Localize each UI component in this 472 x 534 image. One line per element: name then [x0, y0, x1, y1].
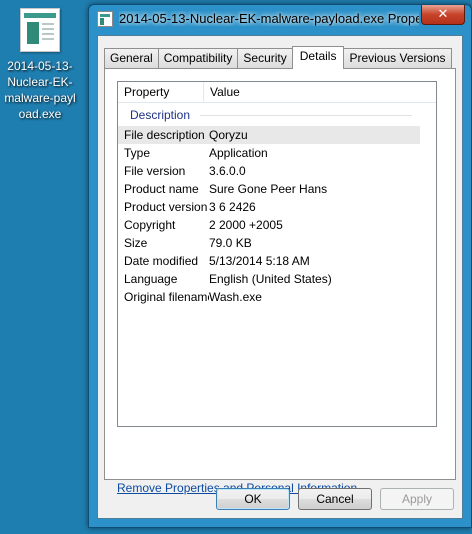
tab-general[interactable]: General — [104, 48, 159, 68]
properties-window: 2014-05-13-Nuclear-EK-malware-payload.ex… — [88, 4, 472, 528]
tab-previous-versions[interactable]: Previous Versions — [343, 48, 452, 68]
ok-button[interactable]: OK — [216, 488, 290, 510]
list-item[interactable]: Size 79.0 KB — [118, 234, 436, 252]
group-label: Description — [130, 108, 191, 122]
list-header: Property Value — [118, 82, 436, 103]
apply-button[interactable]: Apply — [380, 488, 454, 510]
list-item[interactable]: Product name Sure Gone Peer Hans — [118, 180, 436, 198]
cancel-button[interactable]: Cancel — [298, 488, 372, 510]
list-item[interactable]: Product version 3 6 2426 — [118, 198, 436, 216]
group-divider — [200, 114, 412, 116]
tab-details[interactable]: Details — [291, 46, 345, 69]
list-item[interactable]: File description Qoryzu — [118, 126, 420, 144]
close-button[interactable]: ✕ — [421, 5, 465, 25]
list-item[interactable]: Type Application — [118, 144, 436, 162]
dialog-client: General Compatibility Security Details P… — [97, 35, 463, 519]
title-bar[interactable]: 2014-05-13-Nuclear-EK-malware-payload.ex… — [89, 5, 471, 33]
window-title: 2014-05-13-Nuclear-EK-malware-payload.ex… — [119, 11, 419, 26]
group-header-description[interactable]: Description — [118, 104, 436, 126]
executable-file-icon — [20, 8, 60, 52]
list-item[interactable]: File version 3.6.0.0 — [118, 162, 436, 180]
tab-security[interactable]: Security — [237, 48, 293, 68]
list-item[interactable]: Language English (United States) — [118, 270, 436, 288]
list-item[interactable]: Date modified 5/13/2014 5:18 AM — [118, 252, 436, 270]
details-panel: Property Value Description File descript… — [104, 68, 456, 495]
list-item[interactable]: Original filename Wash.exe — [118, 288, 436, 306]
column-header-value[interactable]: Value — [204, 82, 436, 102]
property-list[interactable]: Property Value Description File descript… — [117, 81, 437, 427]
column-header-property[interactable]: Property — [118, 82, 204, 102]
desktop-file-label: 2014-05-13-Nuclear-EK-malware-payload.ex… — [4, 59, 76, 121]
tab-compatibility[interactable]: Compatibility — [157, 48, 239, 68]
desktop-file-icon[interactable]: 2014-05-13-Nuclear-EK-malware-payload.ex… — [4, 8, 76, 122]
list-item[interactable]: Copyright 2 2000 +2005 — [118, 216, 436, 234]
file-icon — [97, 11, 113, 27]
tab-strip: General Compatibility Security Details P… — [104, 46, 452, 69]
